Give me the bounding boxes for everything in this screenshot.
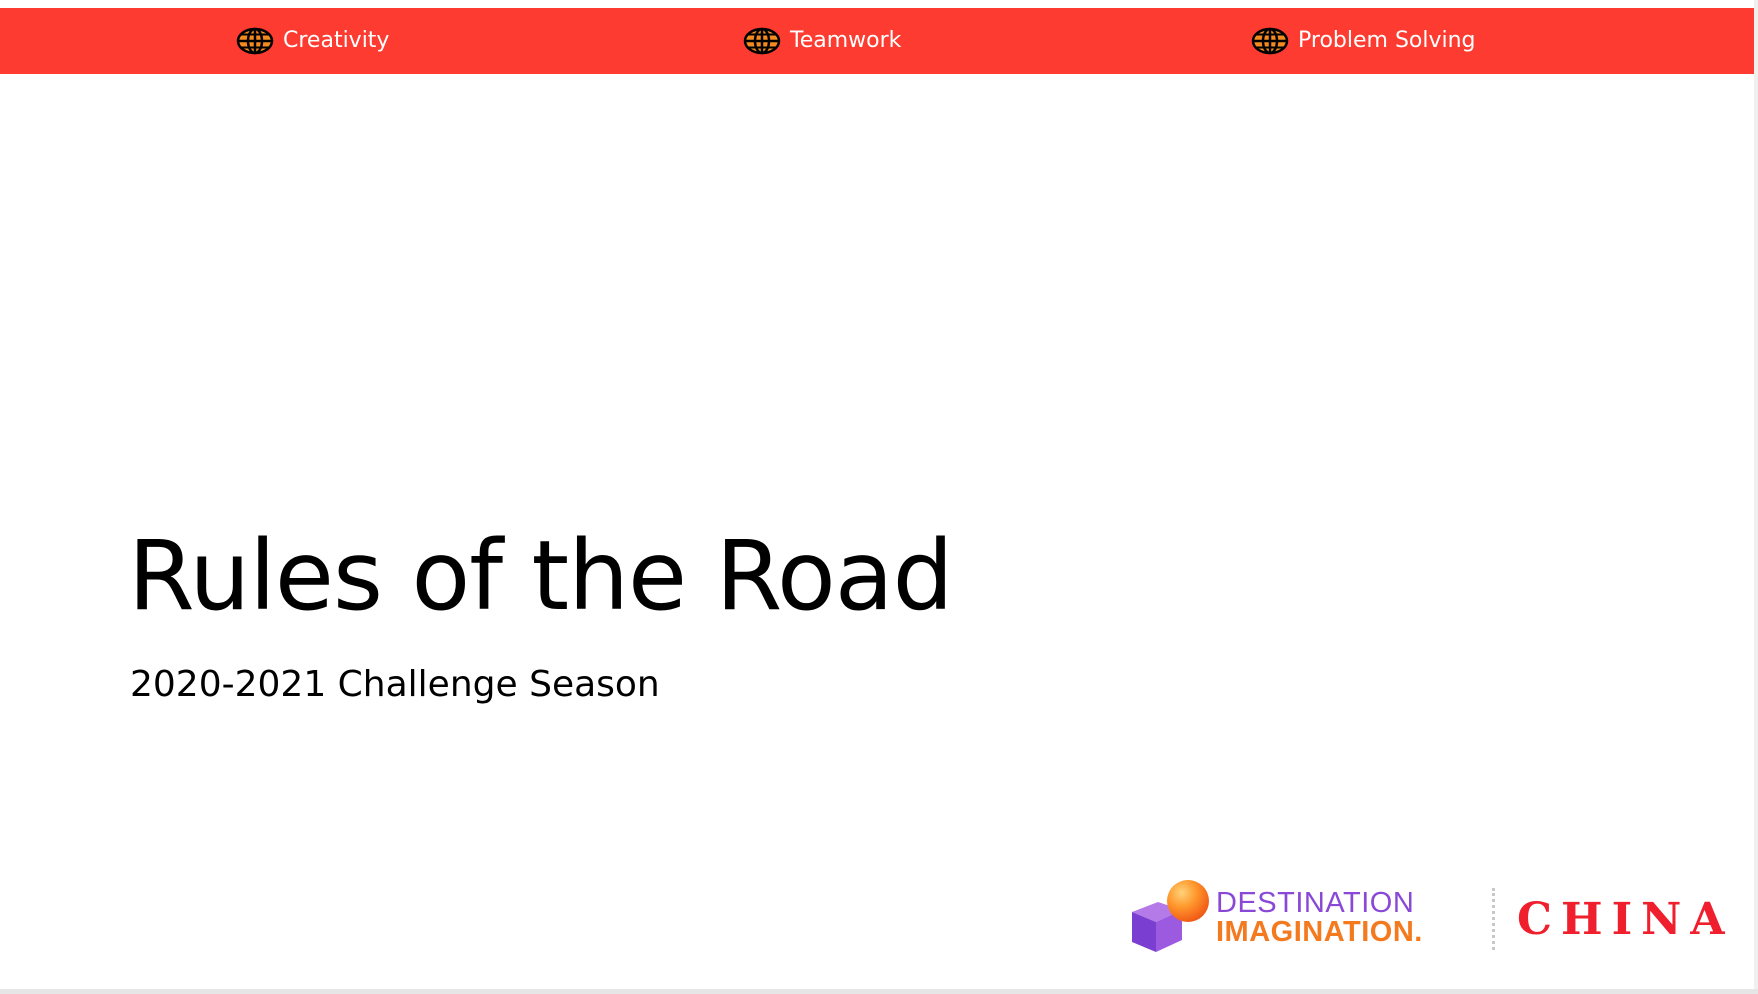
logo-destination-text: DESTINATION [1216, 887, 1415, 919]
logo-china-text: CHINA [1517, 894, 1734, 945]
slide-edge-bottom [0, 989, 1758, 994]
slide-edge-right [1754, 0, 1758, 994]
banner-item-teamwork: Teamwork [742, 8, 901, 74]
globe-icon [1251, 27, 1289, 55]
logo-divider [1492, 888, 1495, 950]
slide-subtitle: 2020-2021 Challenge Season [130, 664, 660, 705]
orange-sphere-icon [1167, 880, 1209, 922]
header-banner: Creativity Teamwork Problem Solving [0, 8, 1754, 74]
globe-icon [743, 27, 781, 55]
globe-icon [236, 27, 274, 55]
banner-item-creativity: Creativity [235, 8, 389, 74]
slide: Creativity Teamwork Problem Solving Rule… [0, 0, 1758, 994]
banner-item-problem-solving: Problem Solving [1250, 8, 1476, 74]
banner-label-creativity: Creativity [283, 28, 390, 53]
banner-label-teamwork: Teamwork [790, 28, 902, 53]
logo-imagination-text: IMAGINATION. [1216, 916, 1423, 948]
banner-label-problem-solving: Problem Solving [1298, 28, 1476, 53]
destination-imagination-china-logo: DESTINATION IMAGINATION. CHINA [1128, 880, 1728, 952]
slide-title: Rules of the Road [128, 520, 953, 632]
